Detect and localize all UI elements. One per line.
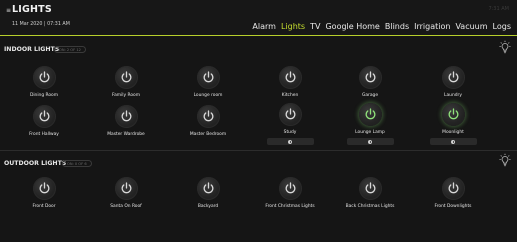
lightbulb-icon[interactable] xyxy=(499,152,511,167)
power-button[interactable] xyxy=(358,103,382,126)
light-tile[interactable]: Garage xyxy=(330,66,410,98)
power-icon xyxy=(285,71,295,83)
light-label: Lounge room xyxy=(193,93,223,98)
light-tile[interactable]: Backyard xyxy=(168,177,248,209)
power-icon xyxy=(39,110,49,122)
light-tile[interactable]: Laundry xyxy=(413,66,493,98)
power-button[interactable] xyxy=(32,105,56,128)
indoor-section-title: INDOOR LIGHTS xyxy=(4,46,60,53)
page-title: LIGHTS xyxy=(12,4,52,15)
tab-google-home[interactable]: Google Home xyxy=(325,22,379,31)
light-label: Garage xyxy=(361,93,379,98)
light-tile[interactable]: Santa On Roof xyxy=(86,177,166,209)
light-label: Front Hallway xyxy=(29,132,59,137)
brightness-icon xyxy=(451,139,455,144)
tab-logs[interactable]: Logs xyxy=(493,22,511,31)
power-icon xyxy=(365,71,375,83)
power-button[interactable] xyxy=(32,66,56,89)
power-icon xyxy=(365,182,375,194)
light-label: Kitchen xyxy=(281,93,299,98)
power-button[interactable] xyxy=(196,105,220,128)
dimmer-button[interactable] xyxy=(266,138,314,145)
dimmer-button[interactable] xyxy=(346,138,394,145)
light-label: Backyard xyxy=(197,204,219,209)
power-icon xyxy=(39,71,49,83)
power-button[interactable] xyxy=(278,66,302,89)
power-icon xyxy=(203,71,213,83)
power-icon xyxy=(121,182,131,194)
light-label: Dining Room xyxy=(29,93,59,98)
clock: 7:31 AM xyxy=(488,6,509,12)
menu-icon[interactable]: ≡ xyxy=(6,7,11,14)
power-icon xyxy=(39,182,49,194)
outdoor-section-title: OUTDOOR LIGHTS xyxy=(4,160,67,167)
light-tile[interactable]: Front Door xyxy=(4,177,84,209)
power-button[interactable] xyxy=(196,177,220,200)
tab-alarm[interactable]: Alarm xyxy=(252,22,276,31)
light-label: Front Christmas Lights xyxy=(265,204,315,209)
light-tile[interactable]: Master Bedroom xyxy=(168,105,248,137)
tab-irrigation[interactable]: Irrigation xyxy=(414,22,450,31)
power-button[interactable] xyxy=(358,66,382,89)
light-tile[interactable]: Front Christmas Lights xyxy=(250,177,330,209)
light-label: Master Wardrobe xyxy=(107,132,145,137)
power-button[interactable] xyxy=(441,66,465,89)
app-header: ≡ LIGHTS 11 Mar 2020 | 07:31 AM 7:31 AM … xyxy=(0,0,517,36)
power-button[interactable] xyxy=(196,66,220,89)
power-button[interactable] xyxy=(114,105,138,128)
light-tile[interactable]: Front Hallway xyxy=(4,105,84,137)
light-label: Back Christmas Lights xyxy=(345,204,395,209)
light-label: Family Room xyxy=(111,93,141,98)
light-label: Front Door xyxy=(32,204,56,209)
light-tile[interactable]: Study xyxy=(250,103,330,145)
lightbulb-icon[interactable] xyxy=(499,39,511,54)
brightness-icon xyxy=(368,139,372,144)
light-tile[interactable]: Master Wardrobe xyxy=(86,105,166,137)
light-label: Moonlight xyxy=(442,130,464,135)
nav-tabs: Alarm Lights TV Google Home Blinds Irrig… xyxy=(252,22,511,31)
power-button[interactable] xyxy=(441,103,465,126)
power-icon xyxy=(285,182,295,194)
power-button[interactable] xyxy=(114,66,138,89)
brightness-icon xyxy=(288,139,292,144)
indoor-on-count: ON: 2 OF 12 xyxy=(54,46,86,53)
tab-blinds[interactable]: Blinds xyxy=(385,22,409,31)
power-icon xyxy=(203,110,213,122)
power-icon xyxy=(285,108,295,120)
light-tile[interactable]: Back Christmas Lights xyxy=(330,177,410,209)
light-label: Master Bedroom xyxy=(189,132,227,137)
light-label: Front Downlights xyxy=(434,204,472,209)
power-icon xyxy=(365,108,375,120)
light-tile[interactable]: Moonlight xyxy=(413,103,493,145)
light-tile[interactable]: Family Room xyxy=(86,66,166,98)
tab-tv[interactable]: TV xyxy=(310,22,320,31)
light-tile[interactable]: Kitchen xyxy=(250,66,330,98)
date-time: 11 Mar 2020 | 07:31 AM xyxy=(12,22,70,27)
power-icon xyxy=(121,110,131,122)
tab-lights[interactable]: Lights xyxy=(281,22,305,31)
power-button[interactable] xyxy=(358,177,382,200)
power-button[interactable] xyxy=(278,103,302,126)
power-icon xyxy=(448,108,458,120)
light-tile[interactable]: Lounge room xyxy=(168,66,248,98)
light-tile[interactable]: Front Downlights xyxy=(413,177,493,209)
dimmer-button[interactable] xyxy=(429,138,477,145)
light-tile[interactable]: Lounge Lamp xyxy=(330,103,410,145)
power-button[interactable] xyxy=(114,177,138,200)
power-button[interactable] xyxy=(441,177,465,200)
power-button[interactable] xyxy=(32,177,56,200)
tab-vacuum[interactable]: Vacuum xyxy=(455,22,487,31)
light-label: Lounge Lamp xyxy=(355,130,385,135)
power-icon xyxy=(121,71,131,83)
power-icon xyxy=(448,71,458,83)
section-divider xyxy=(0,150,517,151)
light-tile[interactable]: Dining Room xyxy=(4,66,84,98)
power-icon xyxy=(203,182,213,194)
light-label: Santa On Roof xyxy=(110,204,142,209)
light-label: Study xyxy=(283,130,297,135)
power-icon xyxy=(448,182,458,194)
outdoor-on-count: ON: 0 OF 6 xyxy=(62,160,92,167)
light-label: Laundry xyxy=(444,93,462,98)
power-button[interactable] xyxy=(278,177,302,200)
